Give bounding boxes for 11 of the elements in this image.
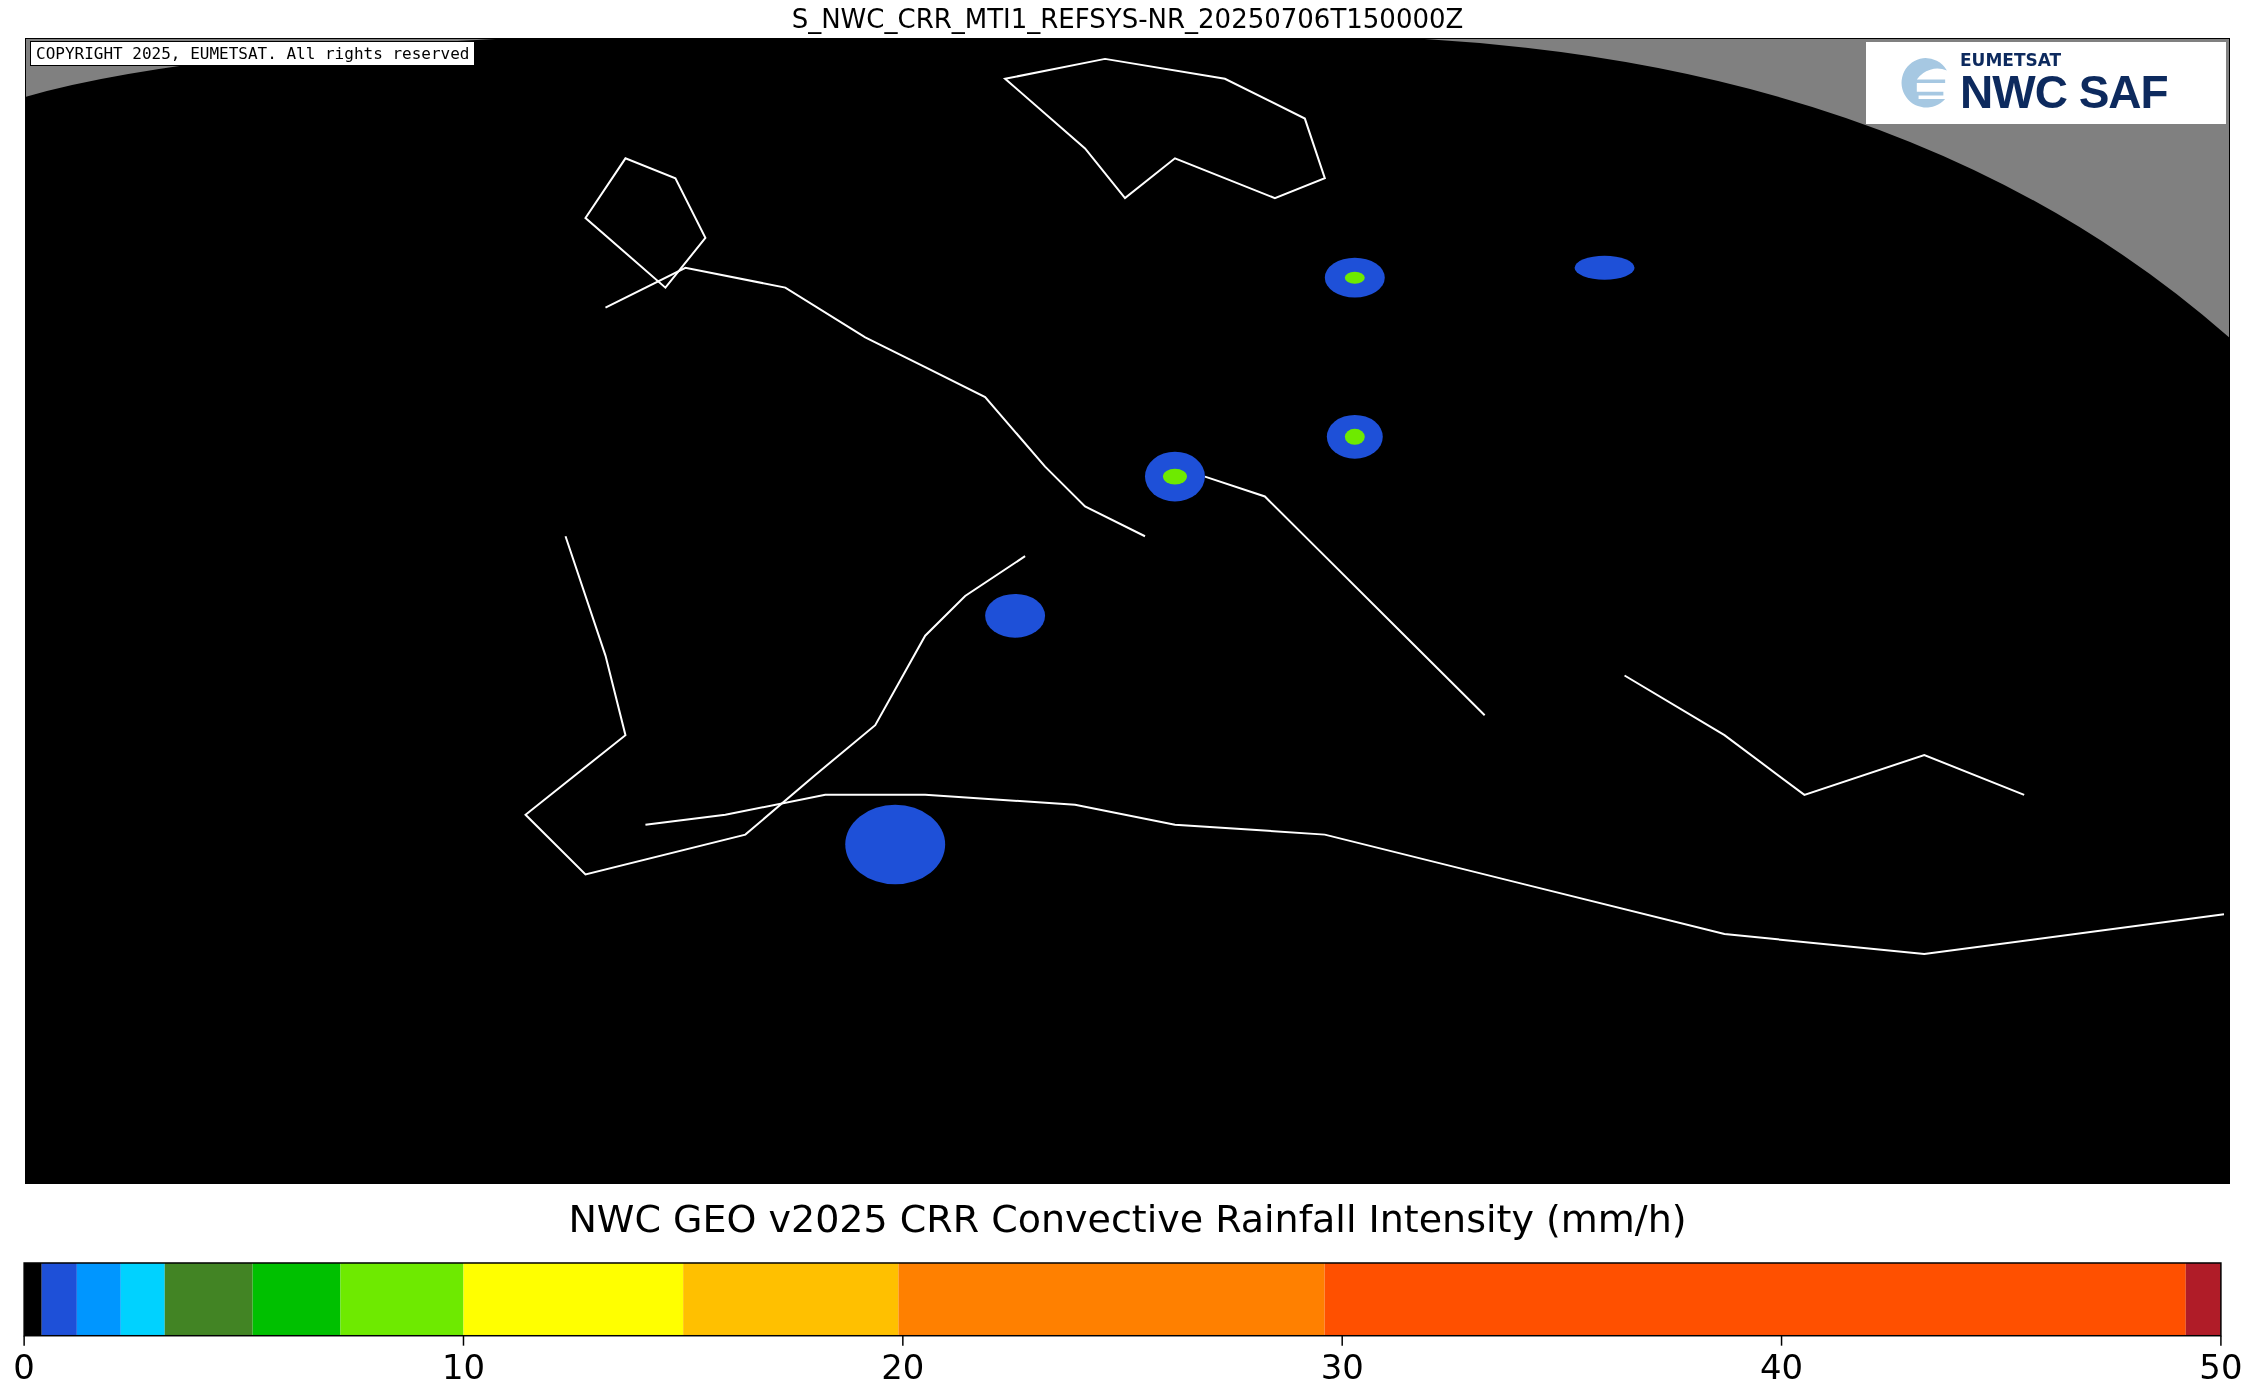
- tick-label: 50: [2199, 1348, 2243, 1388]
- tick-label: 0: [13, 1348, 35, 1388]
- tick-label: 30: [1320, 1348, 1364, 1388]
- figure-title: S_NWC_CRR_MTI1_REFSYS-NR_20250706T150000Z: [791, 3, 1464, 36]
- tick-label: 10: [441, 1348, 486, 1388]
- tick-label: 20: [881, 1348, 925, 1388]
- colorbar-title: NWC GEO v2025 CRR Convective Rainfall Intensity (mm/h): [568, 1195, 1687, 1243]
- logo-subtitle: EUMETSAT: [1960, 51, 2063, 69]
- logo-title: NWC SAF: [1960, 68, 2168, 115]
- tick-label: 40: [1760, 1348, 1804, 1388]
- copyright-notice: COPYRIGHT 2025, EUMETSAT. All rights reserved: [30, 41, 476, 66]
